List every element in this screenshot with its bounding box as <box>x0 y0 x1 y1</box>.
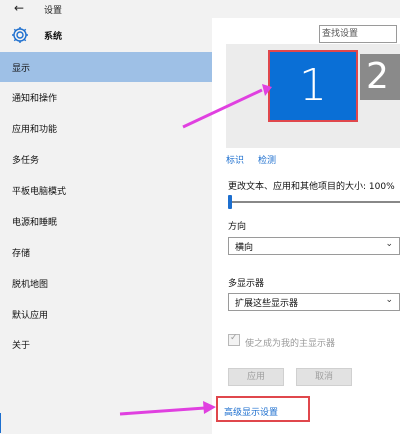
monitor-1-number: 1 <box>299 60 327 111</box>
chevron-down-icon: ⌄ <box>385 295 393 305</box>
sidebar-item-offline-maps[interactable]: 脱机地图 <box>0 268 212 298</box>
monitor-2-tile[interactable]: 2 <box>360 54 400 100</box>
scale-label: 更改文本、应用和其他项目的大小: 100% <box>228 182 395 192</box>
chevron-down-icon: ⌄ <box>385 239 393 249</box>
sidebar-item-label: 平板电脑模式 <box>12 187 67 197</box>
sidebar-item-label: 应用和功能 <box>12 125 58 135</box>
sidebar-item-label: 电源和睡眠 <box>12 218 58 228</box>
sidebar-item-tablet-mode[interactable]: 平板电脑模式 <box>0 175 212 205</box>
sidebar-item-label: 脱机地图 <box>12 280 49 290</box>
title-bar: ← 设置 <box>0 0 400 18</box>
sidebar-item-label: 显示 <box>12 64 31 74</box>
sidebar-item-display[interactable]: 显示 <box>0 52 212 82</box>
identify-link[interactable]: 标识 <box>226 153 244 166</box>
orientation-value: 横向 <box>235 243 254 253</box>
cancel-button[interactable]: 取消 <box>296 368 352 386</box>
search-box[interactable] <box>319 25 397 43</box>
sidebar-item-notifications[interactable]: 通知和操作 <box>0 82 212 112</box>
sidebar-item-label: 关于 <box>12 341 31 351</box>
scroll-indicator <box>0 413 1 433</box>
primary-display-checkbox[interactable]: ✓ <box>228 333 240 346</box>
monitor-1-tile[interactable]: 1 <box>268 50 358 122</box>
sidebar-item-power[interactable]: 电源和睡眠 <box>0 206 212 236</box>
gear-icon <box>12 27 28 43</box>
orientation-dropdown[interactable]: 横向 ⌄ <box>228 237 400 255</box>
search-input[interactable] <box>322 27 396 41</box>
multi-display-value: 扩展这些显示器 <box>235 299 299 309</box>
checkmark-icon: ✓ <box>230 333 238 343</box>
multi-display-dropdown[interactable]: 扩展这些显示器 ⌄ <box>228 293 400 311</box>
sidebar-item-label: 存储 <box>12 249 31 259</box>
orientation-label: 方向 <box>228 222 247 232</box>
detect-link[interactable]: 检测 <box>258 153 276 166</box>
sidebar-item-label: 通知和操作 <box>12 94 58 104</box>
scale-slider-thumb[interactable] <box>228 195 232 209</box>
primary-display-label: 使之成为我的主显示器 <box>245 339 336 349</box>
window-title: 设置 <box>44 6 63 16</box>
scale-slider-track[interactable] <box>228 201 400 203</box>
sidebar-title: 系统 <box>44 32 63 42</box>
sidebar-item-label: 默认应用 <box>12 311 49 321</box>
advanced-display-settings-link[interactable]: 高级显示设置 <box>224 405 278 418</box>
sidebar-item-storage[interactable]: 存储 <box>0 237 212 267</box>
monitor-2-number: 2 <box>366 56 389 97</box>
sidebar-item-label: 多任务 <box>12 156 40 166</box>
sidebar-header: 系统 <box>0 18 212 50</box>
multi-display-label: 多显示器 <box>228 279 265 289</box>
sidebar-item-apps[interactable]: 应用和功能 <box>0 113 212 143</box>
sidebar: 系统 显示 通知和操作 应用和功能 多任务 平板电脑模式 电源和睡眠 存储 脱机… <box>0 18 212 434</box>
sidebar-item-multitasking[interactable]: 多任务 <box>0 144 212 174</box>
sidebar-item-default-apps[interactable]: 默认应用 <box>0 299 212 329</box>
back-arrow-icon[interactable]: ← <box>14 1 24 15</box>
sidebar-item-about[interactable]: 关于 <box>0 329 212 359</box>
apply-button[interactable]: 应用 <box>228 368 284 386</box>
